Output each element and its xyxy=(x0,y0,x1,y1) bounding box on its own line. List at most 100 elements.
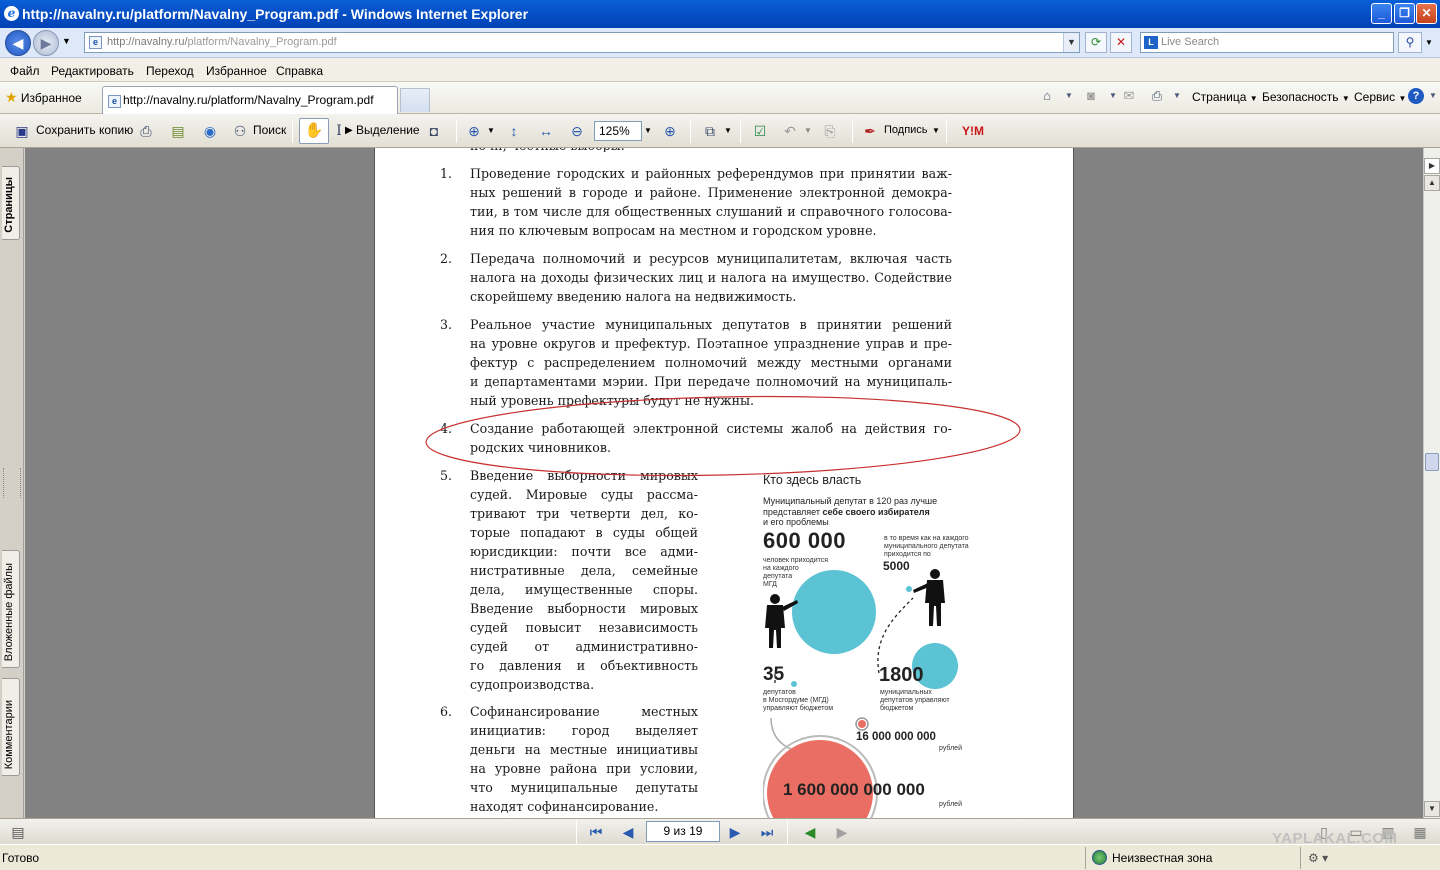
back-button[interactable]: ◀ xyxy=(5,30,31,56)
stop-button[interactable]: ✕ xyxy=(1110,32,1132,53)
pdf-toolbar: ▣ Сохранить копию ⎙ ▤ ◉ ⚇ Поиск ✋ I ▶ Вы… xyxy=(0,114,1440,148)
home-icon[interactable]: ⌂ xyxy=(1038,88,1056,104)
tab-pages[interactable]: Страницы xyxy=(2,166,20,240)
caption-35: депутатов в Мосгордуме (МГД) управляют б… xyxy=(763,689,833,713)
close-button[interactable]: ✕ xyxy=(1416,3,1437,24)
zoom-dropdown[interactable]: ▼ xyxy=(644,126,652,135)
scroll-down-button[interactable]: ▼ xyxy=(1424,801,1440,817)
text-line: торые попадают в суды общей xyxy=(470,525,698,540)
zoom-tool-dropdown[interactable]: ▼ xyxy=(487,126,495,135)
sign-button[interactable]: Подпись xyxy=(884,124,928,136)
back-circle-icon: ◀ xyxy=(804,824,816,840)
budget-1600bn-unit: рублей xyxy=(939,801,962,808)
address-input[interactable]: e http://navalny.ru/platform/Navalny_Pro… xyxy=(84,32,1080,53)
email-icon[interactable]: ◉ xyxy=(200,121,220,141)
first-page-button[interactable]: ⏮ xyxy=(586,822,606,842)
search-options-dropdown[interactable]: ▼ xyxy=(1425,38,1433,47)
yandex-icon[interactable]: Y!M xyxy=(956,121,990,141)
infographic-subtitle: Муниципальный депутат в 120 раз лучше пр… xyxy=(763,496,963,528)
panel-options-icon[interactable]: ▤ xyxy=(8,822,28,842)
subtitle-line-2a: представляет xyxy=(763,506,823,517)
caption-line: муниципального депутата xyxy=(884,543,969,550)
help-icon[interactable]: ? xyxy=(1408,88,1424,104)
tab-active[interactable]: e http://navalny.ru/platform/Navalny_Pro… xyxy=(102,86,398,114)
page-menu-label: Страница xyxy=(1192,90,1247,104)
dot-35 xyxy=(791,681,797,687)
last-page-button[interactable]: ⏭ xyxy=(757,822,777,842)
menu-help[interactable]: Справка xyxy=(276,64,323,78)
tools-menu[interactable]: Сервис ▼ xyxy=(1354,90,1406,104)
hand-tool-button[interactable]: ✋ xyxy=(299,118,329,144)
fit-width-icon[interactable]: ↔ xyxy=(536,121,556,141)
zoom-in-tool-icon[interactable]: ⊕ xyxy=(464,121,484,141)
address-dropdown[interactable]: ▼ xyxy=(1063,33,1079,52)
scroll-thumb[interactable] xyxy=(1425,453,1439,471)
stop-icon: ✕ xyxy=(1115,35,1127,49)
search-button[interactable]: ⚲ xyxy=(1398,32,1422,53)
text-line: тривают три четверти дел, ко- xyxy=(470,506,698,521)
select-tool-button[interactable]: Выделение xyxy=(356,123,420,137)
text-line: Реальное участие муниципальных депутатов… xyxy=(470,317,952,332)
next-view-button[interactable]: ▶ xyxy=(832,822,852,842)
search-button[interactable]: Поиск xyxy=(253,123,286,137)
sign-dropdown[interactable]: ▼ xyxy=(932,126,940,135)
prev-page-button[interactable]: ◀ xyxy=(618,822,638,842)
tab-attachments[interactable]: Вложенные файлы xyxy=(2,550,20,668)
tab-comments[interactable]: Комментарии xyxy=(2,678,20,776)
mail-icon[interactable]: ✉ xyxy=(1120,88,1138,104)
zoom-out-icon[interactable]: ⊖ xyxy=(567,121,587,141)
menu-go[interactable]: Переход xyxy=(146,64,194,78)
text-cursor-icon: I xyxy=(336,123,342,139)
panel-toggle-icon[interactable]: ▶ xyxy=(1424,158,1440,174)
safety-menu[interactable]: Безопасность ▼ xyxy=(1262,90,1350,104)
maximize-button[interactable]: ❐ xyxy=(1394,3,1415,24)
menu-favorites[interactable]: Избранное xyxy=(206,64,267,78)
protected-mode-icon[interactable]: ⚙ ▾ xyxy=(1308,851,1328,865)
history-dropdown[interactable]: ▼ xyxy=(62,36,71,46)
favorites-button[interactable]: ★ Избранное xyxy=(5,89,82,106)
text-line: судей. Мировые суды рассма- xyxy=(470,487,698,502)
zoom-level-field[interactable]: 125% xyxy=(594,121,642,141)
new-tab-button[interactable] xyxy=(400,88,430,112)
undo-icon[interactable]: ↶ xyxy=(780,121,800,141)
page-menu[interactable]: Страница ▼ xyxy=(1192,90,1258,104)
text-line: на уровне района при условии, xyxy=(470,761,698,776)
refresh-button[interactable]: ⟳ xyxy=(1085,32,1107,53)
list-item-6: 6. Софинансирование местных инициатив: гор… xyxy=(440,702,698,816)
text-line: деньги на местные инициативы xyxy=(470,742,698,757)
next-page-icon: ▶ xyxy=(729,824,741,840)
page-number-field[interactable]: 9 из 19 xyxy=(646,821,720,842)
document-viewport[interactable]: почн, честные выборы. 1. Проведение город… xyxy=(25,148,1423,818)
zoom-in-icon[interactable]: ⊕ xyxy=(660,121,680,141)
next-page-button[interactable]: ▶ xyxy=(725,822,745,842)
minimize-button[interactable]: _ xyxy=(1371,3,1392,24)
page-layout-icon[interactable]: ⧉ xyxy=(700,121,720,141)
vertical-scrollbar[interactable]: ▶ ▲ ▼ xyxy=(1423,148,1440,818)
layout-dropdown[interactable]: ▼ xyxy=(724,126,732,135)
save-copy-button[interactable]: Сохранить копию xyxy=(36,123,133,137)
continuous-facing-icon[interactable]: ▦ xyxy=(1410,822,1430,842)
fit-page-icon[interactable]: ↕ xyxy=(504,121,524,141)
snapshot-icon[interactable]: ◘ xyxy=(424,121,444,141)
help-dropdown[interactable]: ▼ xyxy=(1424,88,1440,104)
panel-splitter[interactable] xyxy=(3,468,21,498)
caption-line: депутатов xyxy=(763,689,796,696)
organizer-icon[interactable]: ▤ xyxy=(168,121,188,141)
pdf-page: почн, честные выборы. 1. Проведение город… xyxy=(374,148,1074,818)
spellcheck-icon[interactable]: ☑ xyxy=(750,121,770,141)
print-icon[interactable]: ⎙ xyxy=(136,121,156,141)
print-icon[interactable]: ⎙ xyxy=(1148,88,1166,104)
menu-edit[interactable]: Редактировать xyxy=(51,64,134,78)
print-dropdown[interactable]: ▼ xyxy=(1168,88,1186,104)
prev-view-button[interactable]: ◀ xyxy=(800,822,820,842)
scroll-up-button[interactable]: ▲ xyxy=(1424,175,1440,191)
feeds-icon[interactable]: ◙ xyxy=(1082,88,1100,104)
menu-file[interactable]: Файл xyxy=(10,64,40,78)
page-navigation-bar: ▤ ⏮ ◀ 9 из 19 ▶ ⏭ ◀ ▶ ▯ ▭ ▥ ▦ xyxy=(0,818,1440,844)
home-dropdown[interactable]: ▼ xyxy=(1060,88,1078,104)
copy-icon[interactable]: ⎘ xyxy=(820,121,840,141)
caption-line: на каждого xyxy=(763,565,799,572)
forward-button[interactable]: ▶ xyxy=(33,30,59,56)
search-input[interactable]: L Live Search xyxy=(1140,32,1394,53)
undo-dropdown[interactable]: ▼ xyxy=(804,126,812,135)
